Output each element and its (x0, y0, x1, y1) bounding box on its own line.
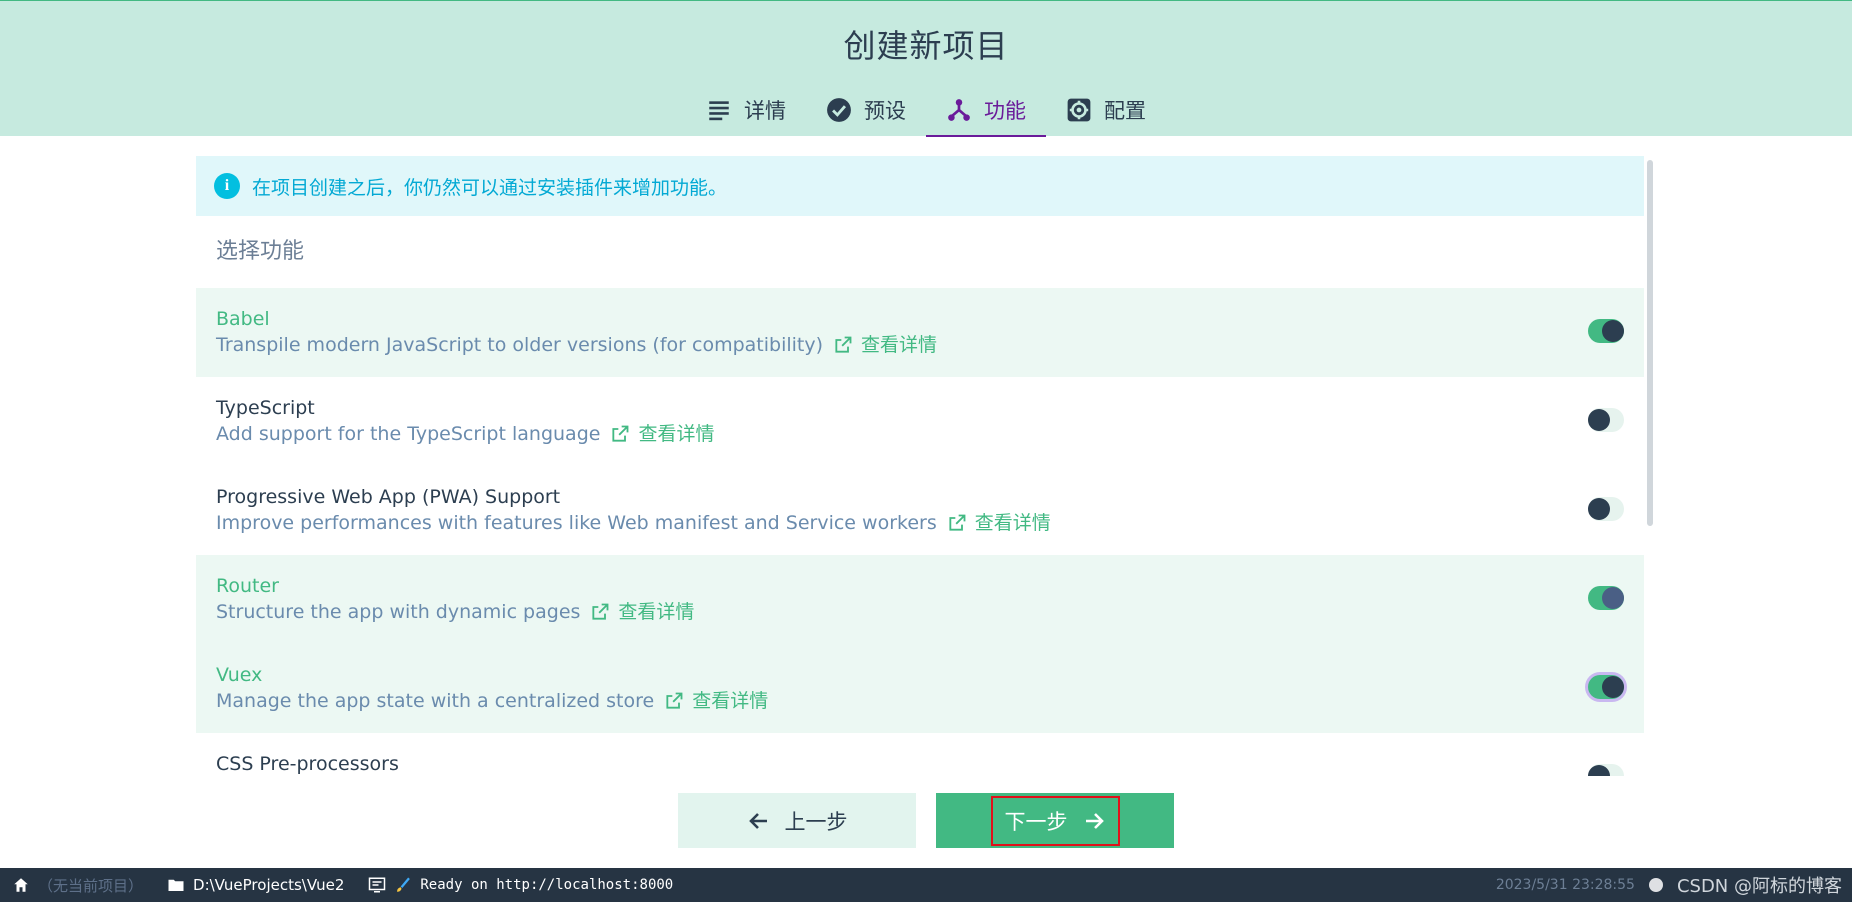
feature-description: Transpile modern JavaScript to older ver… (216, 334, 1644, 356)
console-icon (369, 877, 386, 893)
feature-name: Babel (216, 308, 270, 330)
section-title: 选择功能 (216, 239, 305, 264)
check-circle-icon (827, 98, 851, 122)
log-button[interactable]: Ready on http://localhost:8000 (356, 876, 685, 894)
feature-desc-text: Structure the app with dynamic pages (216, 601, 581, 623)
feature-item-vuex[interactable]: Vuex Manage the app state with a central… (196, 644, 1644, 733)
feature-description: Manage the app state with a centralized … (216, 690, 1644, 712)
feature-description: Structure the app with dynamic pages 查看详… (216, 601, 1644, 623)
more-info-link[interactable]: 查看详情 (833, 334, 937, 356)
theme-icon[interactable] (1648, 878, 1663, 892)
feature-item-css-preprocessors[interactable]: CSS Pre-processors (196, 733, 1644, 776)
feature-toggle[interactable] (1588, 319, 1624, 343)
feature-desc-text: Manage the app state with a centralized … (216, 690, 655, 712)
arrow-left-icon (748, 812, 767, 829)
feature-name: Progressive Web App (PWA) Support (216, 486, 561, 508)
datetime: 2023/5/31 23:28:55 (1495, 877, 1635, 893)
scrollbar[interactable] (1647, 160, 1653, 526)
feature-desc-text: Add support for the TypeScript language (216, 423, 601, 445)
folder-button[interactable]: D:\VueProjects\Vue2 (155, 876, 356, 894)
feature-toggle[interactable] (1588, 764, 1624, 776)
feature-desc-text: Improve performances with features like … (216, 512, 937, 534)
status-bar: （无当前项目） D:\VueProjects\Vue2 Ready on htt… (0, 868, 1852, 902)
current-path: D:\VueProjects\Vue2 (193, 876, 345, 894)
external-link-icon (592, 603, 609, 620)
external-link-icon (612, 425, 629, 442)
feature-name: Vuex (216, 664, 263, 686)
previous-button[interactable]: 上一步 (678, 793, 916, 848)
more-info-label: 查看详情 (638, 423, 715, 445)
current-project: （无当前项目） (38, 876, 144, 895)
feature-desc-text: Transpile modern JavaScript to older ver… (216, 334, 824, 356)
external-link-icon (949, 514, 966, 531)
watermark: CSDN @阿标的博客 (1676, 876, 1842, 897)
feature-toggle[interactable] (1588, 408, 1624, 432)
arrow-right-icon (1085, 812, 1104, 829)
brush-icon (397, 877, 411, 892)
feature-item-typescript[interactable]: TypeScript Add support for the TypeScrip… (196, 377, 1644, 466)
info-icon: i (214, 173, 240, 199)
external-link-icon (835, 336, 852, 353)
log-message: Ready on http://localhost:8000 (420, 877, 674, 893)
feature-description: Add support for the TypeScript language … (216, 423, 1644, 445)
status-right: 2023/5/31 23:28:55 CSDN @阿标的博客 (1496, 868, 1842, 902)
info-banner: i 在项目创建之后，你仍然可以通过安装插件来增加功能。 (196, 156, 1644, 216)
more-info-link[interactable]: 查看详情 (590, 601, 694, 623)
tab-config[interactable]: 配置 (1046, 83, 1166, 137)
feature-toggle[interactable] (1588, 586, 1624, 610)
external-link-icon (666, 692, 683, 709)
previous-label: 上一步 (784, 809, 848, 834)
next-button[interactable]: 下一步 (936, 793, 1174, 848)
feature-item-babel[interactable]: Babel Transpile modern JavaScript to old… (196, 288, 1644, 377)
tab-details[interactable]: 详情 (686, 83, 806, 137)
tab-label: 功能 (984, 99, 1026, 123)
feature-item-pwa[interactable]: Progressive Web App (PWA) Support Improv… (196, 466, 1644, 555)
feature-name: Router (216, 575, 279, 597)
feature-item-router[interactable]: Router Structure the app with dynamic pa… (196, 555, 1644, 644)
tab-label: 预设 (864, 99, 906, 123)
more-info-label: 查看详情 (974, 512, 1051, 534)
more-info-link[interactable]: 查看详情 (947, 512, 1051, 534)
tab-label: 配置 (1104, 99, 1146, 123)
tab-presets[interactable]: 预设 (806, 83, 926, 137)
page-title: 创建新项目 (843, 27, 1009, 65)
more-info-link[interactable]: 查看详情 (610, 423, 714, 445)
feature-panel: i 在项目创建之后，你仍然可以通过安装插件来增加功能。 选择功能 Babel T… (196, 156, 1644, 776)
info-text: 在项目创建之后，你仍然可以通过安装插件来增加功能。 (252, 176, 728, 199)
tab-features[interactable]: 功能 (926, 83, 1046, 137)
more-info-link[interactable]: 查看详情 (664, 690, 768, 712)
branch-icon (948, 99, 970, 121)
list-icon (709, 101, 729, 121)
feature-toggle[interactable] (1588, 675, 1624, 699)
more-info-label: 查看详情 (618, 601, 695, 623)
feature-name: TypeScript (216, 397, 315, 419)
tab-label: 详情 (744, 99, 786, 123)
gear-icon (1067, 98, 1091, 122)
next-label: 下一步 (1004, 809, 1068, 834)
header: 创建新项目 详情 预设 功能 配置 (0, 0, 1852, 137)
feature-description: Improve performances with features like … (216, 512, 1644, 534)
tab-bar: 详情 预设 功能 配置 (0, 83, 1852, 137)
more-info-label: 查看详情 (692, 690, 769, 712)
feature-name: CSS Pre-processors (216, 753, 399, 775)
home-icon (14, 878, 28, 892)
feature-toggle[interactable] (1588, 497, 1624, 521)
more-info-label: 查看详情 (861, 334, 938, 356)
folder-icon (168, 879, 184, 891)
home-button[interactable]: （无当前项目） (0, 875, 155, 896)
